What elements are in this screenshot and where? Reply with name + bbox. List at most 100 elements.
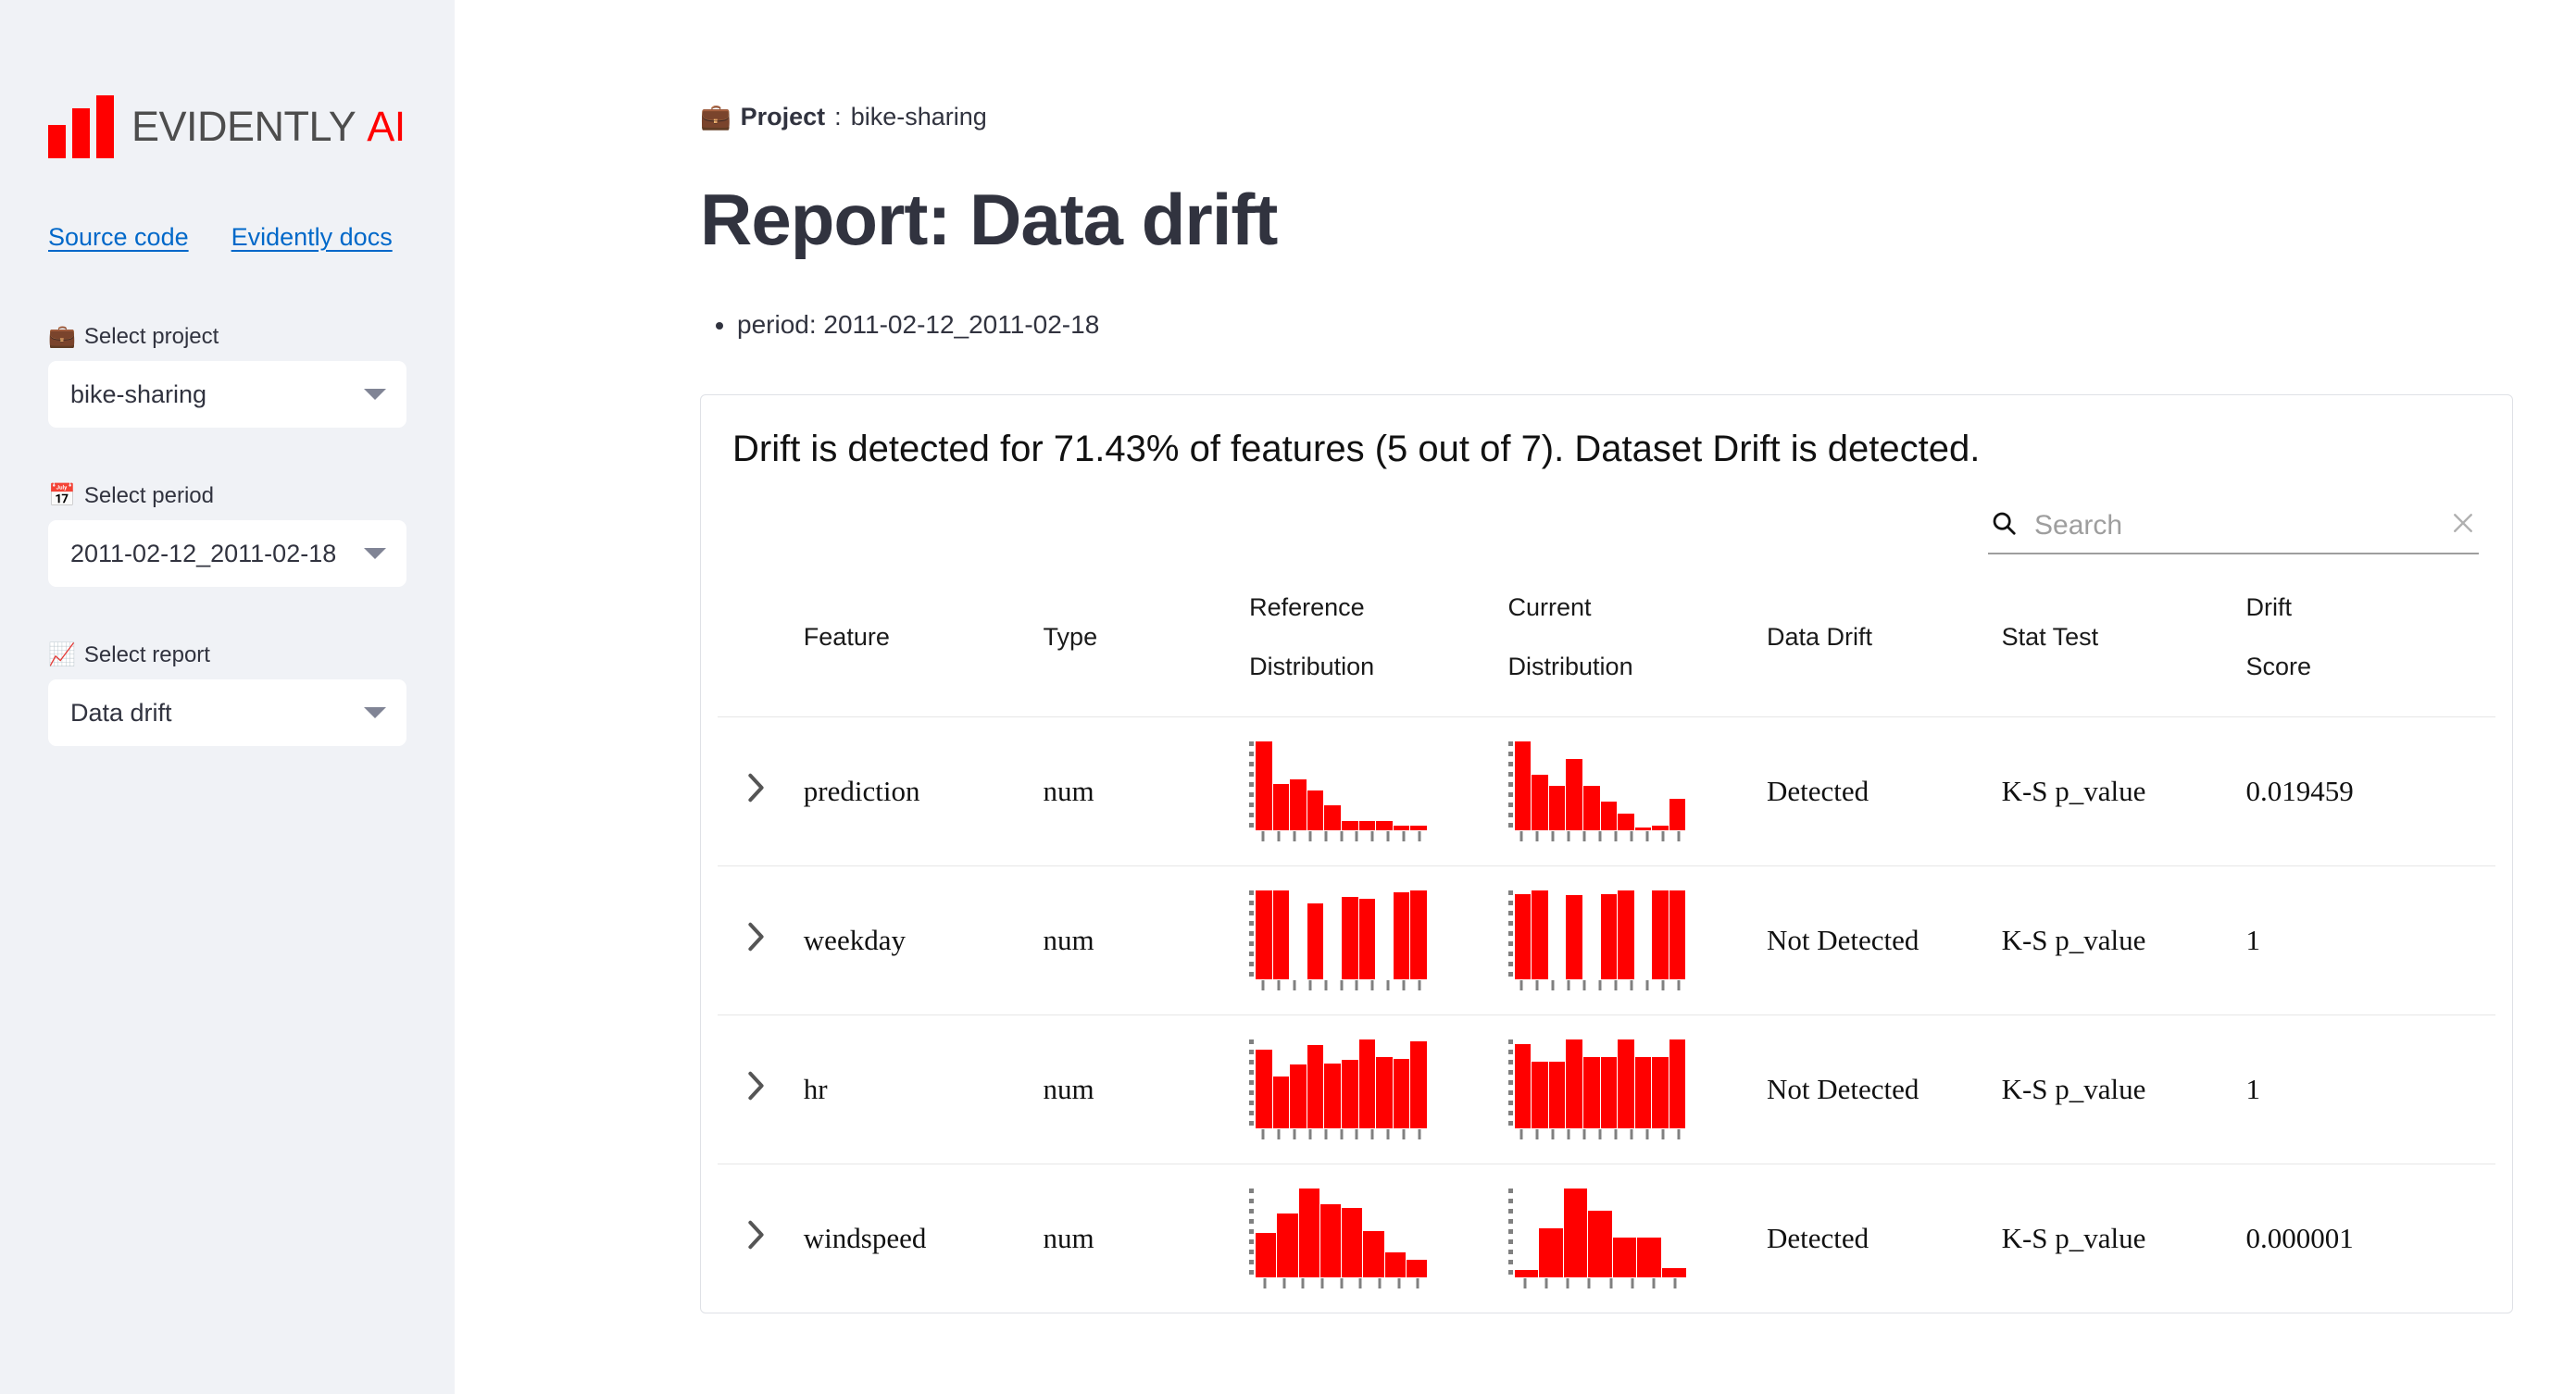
drift-table-head: Feature Type Reference Distribution Curr… <box>718 571 2495 716</box>
row-current-histogram <box>1498 865 1757 1015</box>
row-type: num <box>1033 865 1241 1015</box>
chart-increasing-icon: 📈 <box>48 642 76 667</box>
row-stat-test: K-S p_value <box>1992 1163 2237 1313</box>
chevron-right-icon[interactable] <box>744 921 768 960</box>
select-project-label-text: Select project <box>83 324 219 349</box>
project-separator: : <box>834 103 842 131</box>
chevron-down-icon <box>364 548 386 559</box>
row-stat-test: K-S p_value <box>1992 716 2237 866</box>
row-reference-histogram <box>1240 1163 1499 1313</box>
col-header-score-line2: Score <box>2245 653 2312 681</box>
col-header-data-drift: Data Drift <box>1766 623 1873 652</box>
current-histogram <box>1507 741 1686 841</box>
search-box[interactable] <box>1988 504 2479 555</box>
reference-histogram <box>1249 890 1428 990</box>
report-meta-list: period: 2011-02-12_2011-02-18 <box>700 306 2576 342</box>
col-header-expand <box>718 571 794 716</box>
table-row[interactable]: weekday num Not Detected K-S p_value 1 <box>718 865 2495 1015</box>
row-drift-score: 0.000001 <box>2236 1163 2495 1313</box>
col-header-current-distribution: Current Distribution <box>1499 571 1757 716</box>
page-title-strong: Data drift <box>969 179 1278 260</box>
logo-bars-icon <box>48 95 114 158</box>
search-input[interactable] <box>2034 509 2432 541</box>
row-data-drift: Not Detected <box>1757 1014 1993 1164</box>
project-value: bike-sharing <box>850 103 987 131</box>
select-project-dropdown[interactable]: bike-sharing <box>48 361 406 428</box>
table-row[interactable]: prediction num Detected K-S p_value 0.01… <box>718 716 2495 866</box>
logo-text-main: EVIDENTLY <box>131 103 356 150</box>
row-expand-cell[interactable] <box>718 716 794 866</box>
chevron-right-icon[interactable] <box>744 772 768 811</box>
select-report-value: Data drift <box>70 698 172 727</box>
logo-text: EVIDENTLY AI <box>131 103 406 151</box>
row-feature: hr <box>794 1014 1034 1164</box>
chevron-down-icon <box>364 707 386 718</box>
select-report-label-text: Select report <box>83 642 210 667</box>
reference-histogram <box>1249 741 1428 841</box>
row-reference-histogram <box>1240 865 1499 1015</box>
drift-table-body: prediction num Detected K-S p_value 0.01… <box>718 716 2495 1313</box>
table-row[interactable]: windspeed num Detected K-S p_value 0.000… <box>718 1163 2495 1313</box>
link-source-code[interactable]: Source code <box>48 223 189 252</box>
sidebar: EVIDENTLY AI Source code Evidently docs … <box>0 0 455 1394</box>
row-drift-score: 1 <box>2236 865 2495 1015</box>
col-header-reference-distribution: Reference Distribution <box>1240 571 1498 716</box>
drift-report-card: Drift is detected for 71.43% of features… <box>700 394 2513 1313</box>
row-current-histogram <box>1498 1014 1757 1164</box>
col-header-reference-line1: Reference <box>1249 593 1365 622</box>
row-drift-score: 0.019459 <box>2236 716 2495 866</box>
chevron-right-icon[interactable] <box>744 1070 768 1109</box>
reference-histogram <box>1249 1188 1428 1288</box>
row-type: num <box>1033 1014 1241 1164</box>
search-row <box>718 498 2495 555</box>
project-breadcrumb: 💼 Project: bike-sharing <box>700 102 2576 131</box>
link-evidently-docs[interactable]: Evidently docs <box>231 223 393 252</box>
current-histogram <box>1507 1039 1686 1139</box>
drift-summary-text: Drift is detected for 71.43% of features… <box>732 429 1981 470</box>
select-report-dropdown[interactable]: Data drift <box>48 679 406 746</box>
close-icon[interactable] <box>2449 509 2477 541</box>
select-report-label: 📈 Select report <box>28 642 427 679</box>
project-label: Project <box>740 103 826 131</box>
col-header-current-line2: Distribution <box>1507 653 1633 681</box>
row-stat-test: K-S p_value <box>1992 865 2237 1015</box>
page-title-lead: Report: <box>700 179 969 260</box>
select-project-label: 💼 Select project <box>28 324 427 361</box>
sidebar-links: Source code Evidently docs <box>28 158 427 252</box>
row-feature: prediction <box>794 716 1034 866</box>
col-header-stat-test: Stat Test <box>2001 623 2099 652</box>
col-header-reference-line2: Distribution <box>1249 653 1375 681</box>
chevron-right-icon[interactable] <box>744 1219 768 1258</box>
chevron-down-icon <box>364 389 386 400</box>
calendar-icon: 📅 <box>48 483 76 508</box>
row-data-drift: Detected <box>1757 716 1993 866</box>
select-project-group: 💼 Select project bike-sharing <box>28 324 427 428</box>
evidently-logo: EVIDENTLY AI <box>28 0 427 158</box>
select-period-dropdown[interactable]: 2011-02-12_2011-02-18 <box>48 520 406 587</box>
row-expand-cell[interactable] <box>718 1014 794 1164</box>
app-root: EVIDENTLY AI Source code Evidently docs … <box>0 0 2576 1394</box>
col-header-feature: Feature <box>803 623 890 652</box>
select-period-value: 2011-02-12_2011-02-18 <box>70 539 337 567</box>
row-reference-histogram <box>1240 716 1499 866</box>
row-expand-cell[interactable] <box>718 1163 794 1313</box>
row-type: num <box>1033 716 1241 866</box>
table-header-row: Feature Type Reference Distribution Curr… <box>718 571 2495 716</box>
main-content: 💼 Project: bike-sharing Report: Data dri… <box>455 0 2576 1394</box>
select-period-group: 📅 Select period 2011-02-12_2011-02-18 <box>28 483 427 587</box>
row-feature: windspeed <box>794 1163 1034 1313</box>
col-header-score-line1: Drift <box>2245 593 2292 622</box>
row-reference-histogram <box>1240 1014 1499 1164</box>
select-period-label: 📅 Select period <box>28 483 427 520</box>
row-feature: weekday <box>794 865 1034 1015</box>
current-histogram <box>1507 1188 1686 1288</box>
select-project-value: bike-sharing <box>70 380 207 408</box>
briefcase-icon: 💼 <box>48 324 76 349</box>
row-stat-test: K-S p_value <box>1992 1014 2237 1164</box>
list-item: period: 2011-02-12_2011-02-18 <box>737 306 2576 342</box>
logo-text-accent: AI <box>367 103 406 150</box>
row-current-histogram <box>1498 1163 1757 1313</box>
table-row[interactable]: hr num Not Detected K-S p_value 1 <box>718 1014 2495 1164</box>
row-expand-cell[interactable] <box>718 865 794 1015</box>
reference-histogram <box>1249 1039 1428 1139</box>
